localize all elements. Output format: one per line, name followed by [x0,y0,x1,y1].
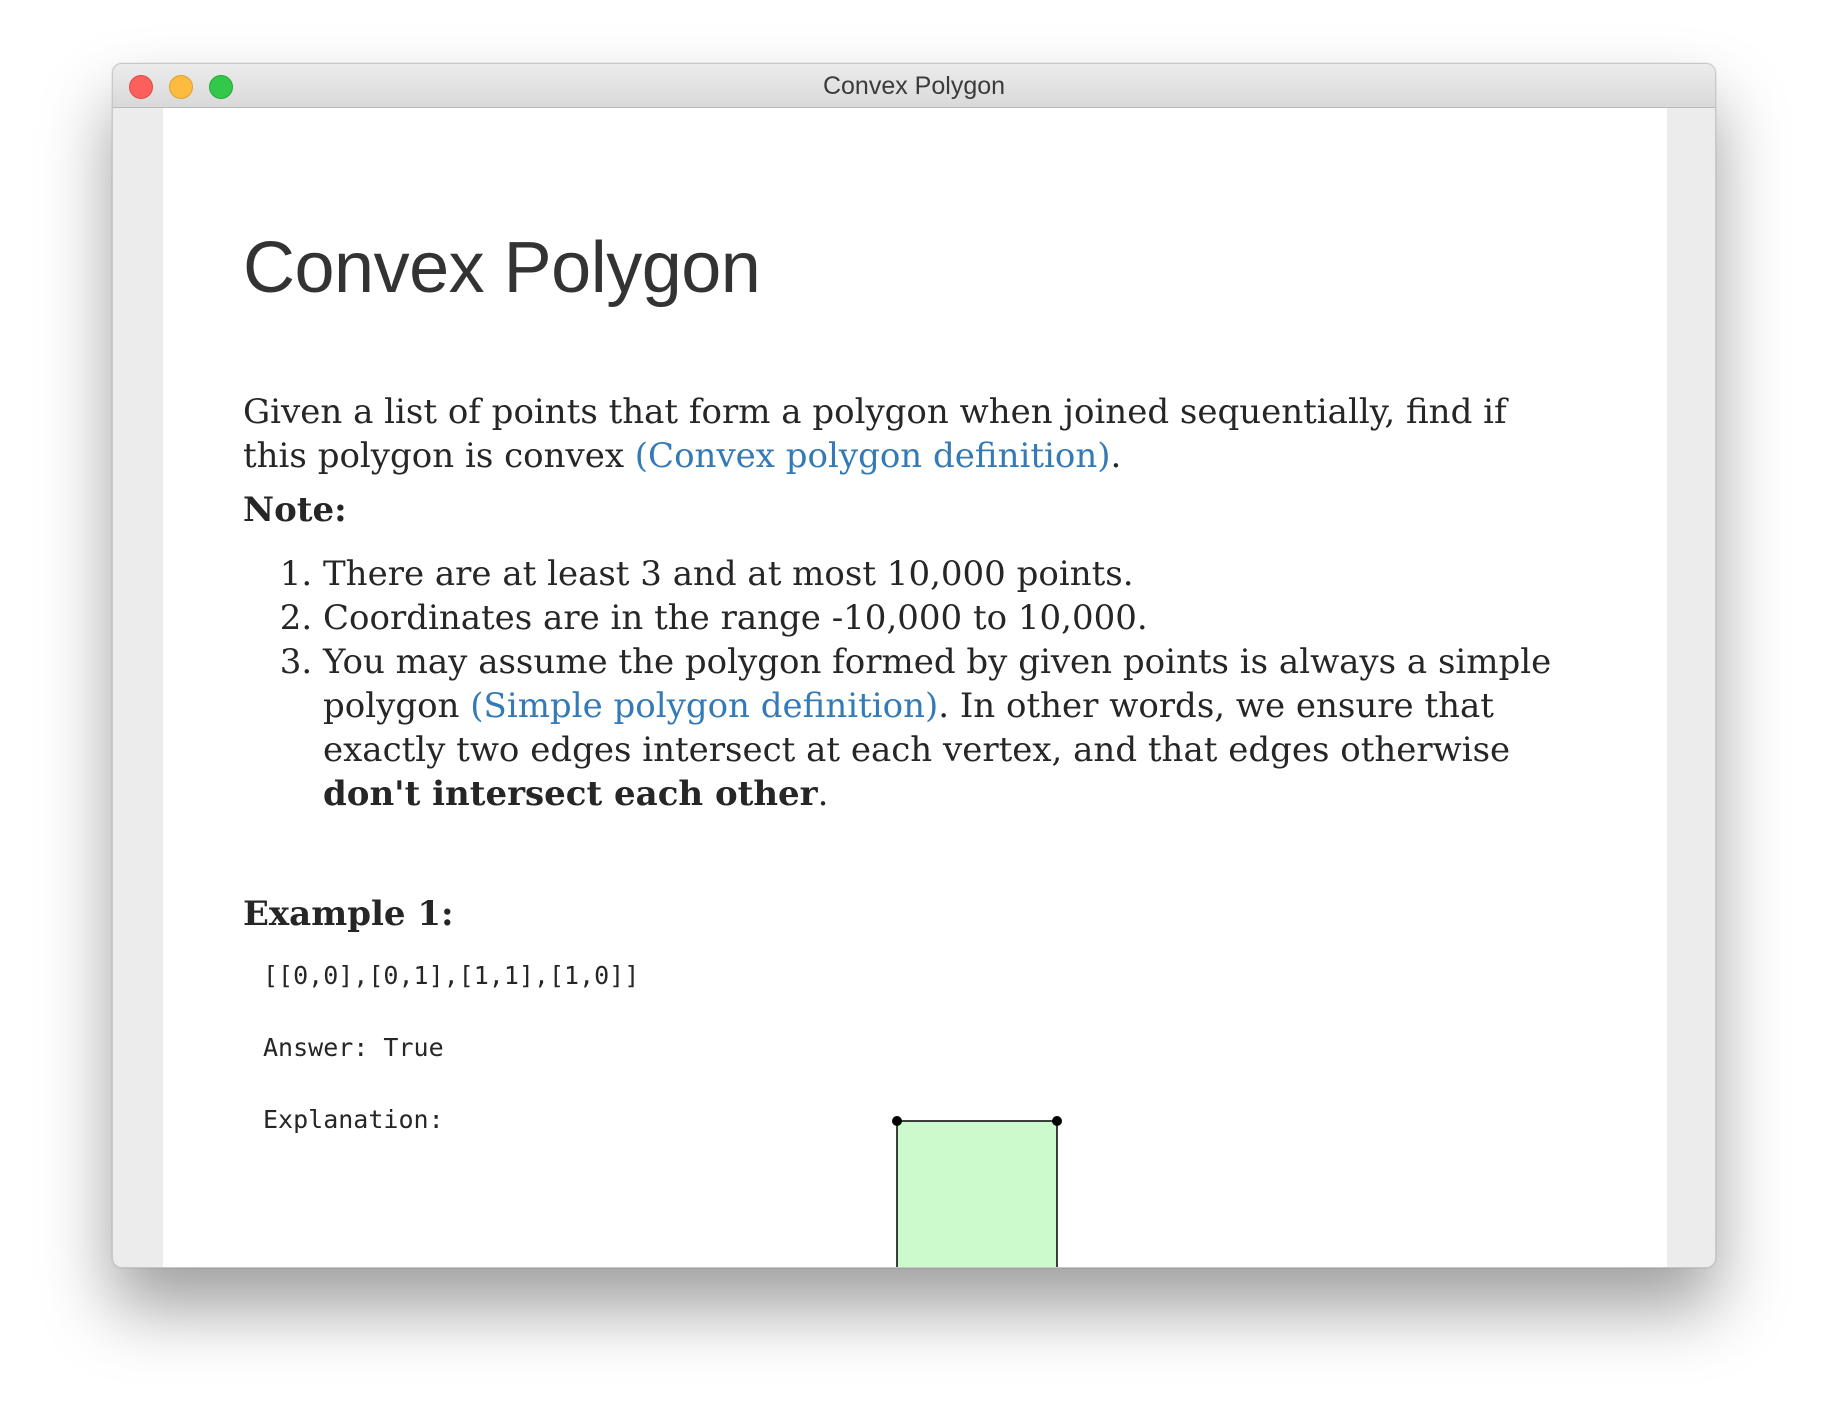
note-emphasis: don't intersect each other [323,774,818,814]
note-item: Coordinates are in the range -10,000 to … [323,596,1587,640]
intro-end: . [1110,436,1122,476]
note-item: You may assume the polygon formed by giv… [323,640,1587,816]
note-item: There are at least 3 and at most 10,000 … [323,552,1587,596]
polygon-figure [892,1116,1062,1267]
note-heading: Note: [243,490,347,530]
note-text: . [817,774,829,814]
example-input: [[0,0],[0,1],[1,1],[1,0]] [263,961,640,990]
polygon-vertex [892,1116,902,1126]
example-answer: Answer: True [263,1033,444,1062]
problem-description: Given a list of points that form a polyg… [243,390,1563,478]
simple-polygon-definition-link[interactable]: (Simple polygon definition) [470,686,938,726]
example-heading: Example 1: [243,894,454,934]
example-explanation: Explanation: [263,1105,444,1134]
polygon-vertex [1052,1116,1062,1126]
convex-polygon-definition-link[interactable]: (Convex polygon definition) [635,436,1111,476]
title-bar[interactable]: Convex Polygon [113,64,1715,108]
app-window: Convex Polygon Convex Polygon Given a li… [112,63,1716,1268]
window-title: Convex Polygon [822,72,1006,100]
page-content[interactable]: Convex Polygon Given a list of points th… [163,108,1667,1267]
polygon-shape [896,1120,1058,1267]
notes-list: There are at least 3 and at most 10,000 … [243,552,1587,816]
page-title: Convex Polygon [243,228,761,308]
